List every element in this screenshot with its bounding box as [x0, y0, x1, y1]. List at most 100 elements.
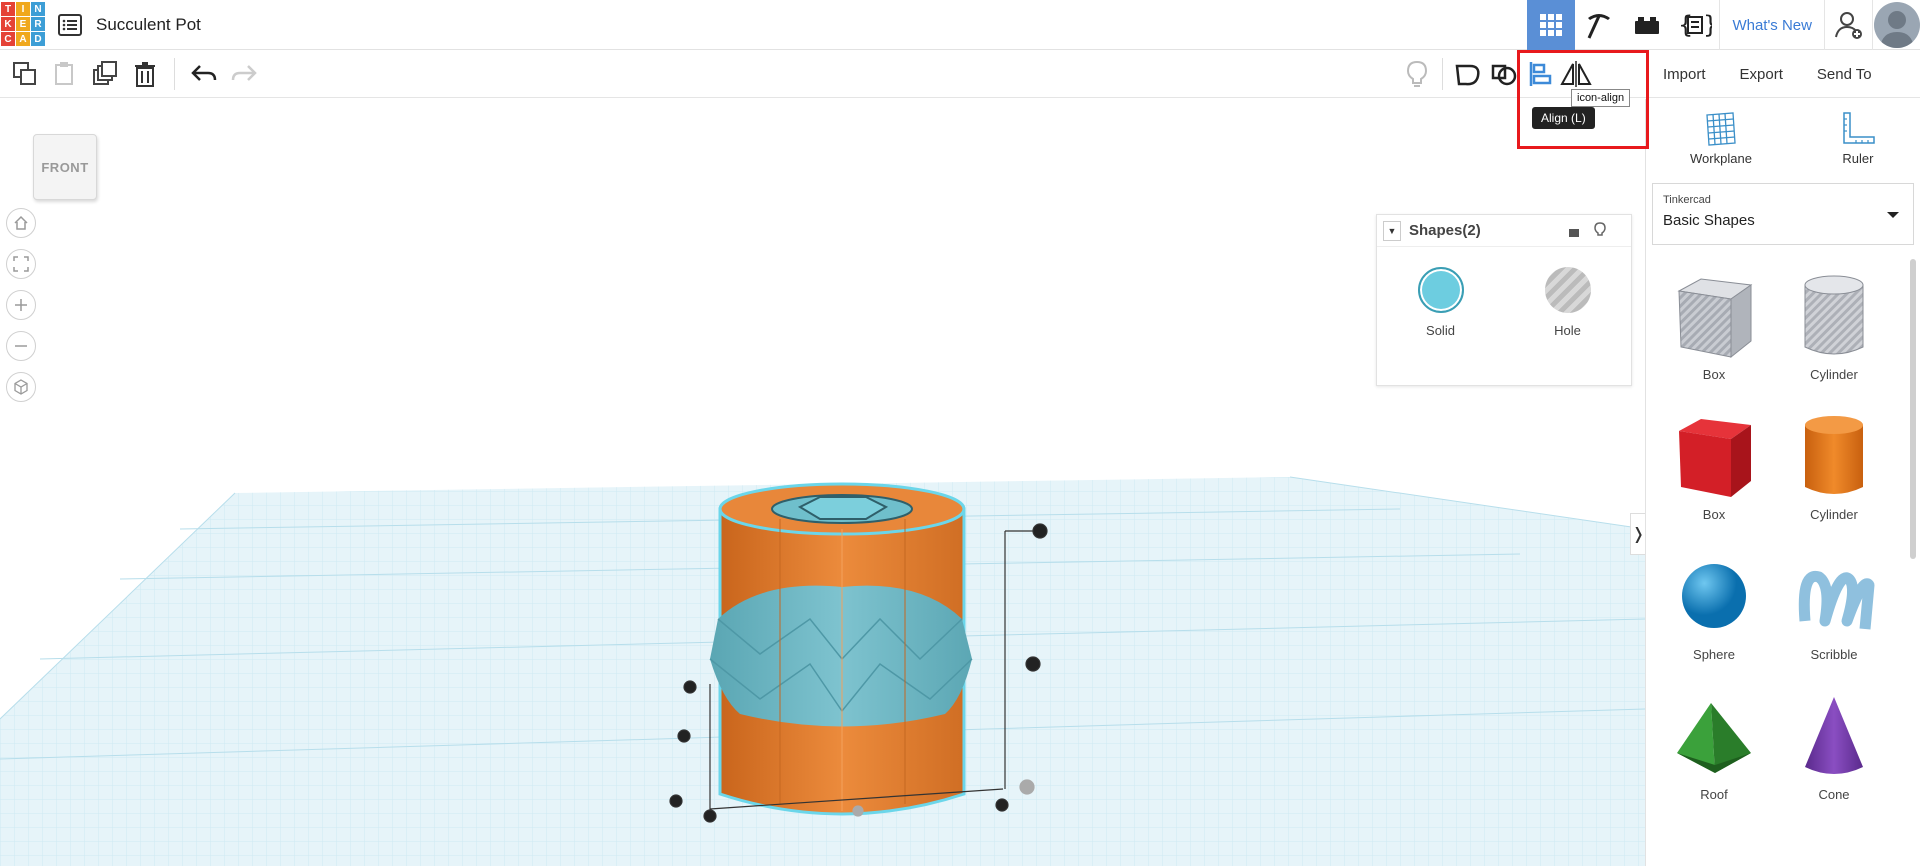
logo-letter: T — [1, 2, 15, 16]
logo-letter: D — [31, 32, 45, 46]
hole-label: Hole — [1554, 323, 1581, 338]
inspector-header: ▼ Shapes(2) — [1377, 215, 1631, 247]
redo-icon[interactable] — [227, 58, 261, 90]
design-title[interactable]: Succulent Pot — [96, 15, 201, 35]
cyl-hole-icon — [1804, 275, 1864, 355]
shapes-panel: Workplane Ruler Tinkercad Basic Shapes B… — [1645, 99, 1920, 866]
add-user-icon[interactable] — [1824, 0, 1872, 50]
panel-scrollbar[interactable] — [1910, 259, 1916, 559]
shape-item-box-red[interactable]: Box — [1654, 397, 1774, 533]
pot-model[interactable] — [709, 482, 973, 816]
logo-letter: N — [31, 2, 45, 16]
shape-label: Sphere — [1693, 647, 1735, 662]
icon-align-tooltip: icon-align — [1571, 89, 1631, 107]
shape-item-cyl-hole[interactable]: Cylinder — [1774, 257, 1894, 393]
library-category: Basic Shapes — [1663, 212, 1755, 229]
user-avatar[interactable] — [1872, 0, 1920, 50]
shape-item-scribble[interactable]: Scribble — [1774, 537, 1894, 673]
logo-letter: C — [1, 32, 15, 46]
lock-icon[interactable] — [1567, 221, 1581, 239]
chevron-down-icon — [1887, 212, 1899, 218]
delete-icon[interactable] — [128, 58, 162, 90]
solid-option[interactable]: Solid — [1417, 267, 1464, 338]
inspector-icons — [1567, 221, 1607, 239]
logo-letter: A — [16, 32, 30, 46]
logo-letter: R — [31, 17, 45, 31]
solid-swatch[interactable] — [1417, 267, 1464, 313]
view-controls — [6, 208, 36, 402]
solid-label: Solid — [1426, 323, 1455, 338]
design-list-icon[interactable] — [58, 14, 82, 36]
shape-item-box-hole[interactable]: Box — [1654, 257, 1774, 393]
box-hole-icon — [1677, 278, 1753, 359]
zoom-in-icon[interactable] — [6, 290, 36, 320]
tinkercad-logo[interactable]: TIN KER CAD — [0, 0, 48, 48]
hole-swatch[interactable] — [1544, 267, 1591, 313]
codeblocks-icon[interactable]: {} — [1671, 0, 1719, 50]
zoom-out-icon[interactable] — [6, 331, 36, 361]
shape-label: Box — [1702, 367, 1726, 382]
top-right-controls: {} What's New — [1527, 0, 1920, 50]
shape-label: Box — [1702, 507, 1726, 522]
light-bulb-icon[interactable] — [1400, 58, 1434, 90]
shape-item-sphere[interactable]: Sphere — [1654, 537, 1774, 673]
copy-icon[interactable] — [8, 58, 42, 90]
inspector-title: Shapes(2) — [1409, 222, 1481, 239]
bulb-icon[interactable] — [1593, 221, 1607, 239]
view-cube[interactable]: FRONT — [33, 134, 97, 200]
workplane-label: Workplane — [1690, 151, 1752, 166]
file-actions: Import Export Send To — [1650, 58, 1885, 90]
export-button[interactable]: Export — [1727, 58, 1796, 90]
3d-view-grid-icon[interactable] — [1527, 0, 1576, 50]
shape-inspector: ▼ Shapes(2) Solid Hole — [1376, 214, 1632, 386]
collapse-caret-icon[interactable]: ▼ — [1383, 220, 1401, 241]
ungroup-icon[interactable] — [1487, 58, 1521, 90]
svg-text:{: { — [1678, 11, 1693, 39]
shape-label: Cylinder — [1810, 367, 1858, 382]
brick-icon[interactable] — [1623, 0, 1671, 50]
toolbar-divider — [174, 58, 175, 90]
top-bar: TIN KER CAD Succulent Pot {} What's New — [0, 0, 1920, 50]
3d-viewport[interactable]: FRONT ❭ ▼ Shapes(2) Solid Hole — [0, 99, 1645, 866]
roof-icon — [1677, 703, 1751, 773]
pickaxe-icon[interactable] — [1575, 0, 1623, 50]
send-to-button[interactable]: Send To — [1804, 58, 1885, 90]
workplane-button[interactable]: Workplane — [1690, 111, 1752, 179]
home-view-icon[interactable] — [6, 208, 36, 238]
library-source: Tinkercad — [1663, 194, 1711, 206]
fit-view-icon[interactable] — [6, 249, 36, 279]
ortho-view-icon[interactable] — [6, 372, 36, 402]
box-red-icon — [1679, 419, 1751, 497]
svg-text:}: } — [1703, 11, 1712, 39]
inspector-body: Solid Hole — [1377, 247, 1631, 338]
shape-label: Scribble — [1810, 647, 1858, 662]
shape-label: Roof — [1700, 787, 1728, 802]
edit-actions — [8, 58, 261, 90]
ruler-button[interactable]: Ruler — [1840, 111, 1876, 179]
shape-label: Cylinder — [1810, 507, 1858, 522]
ruler-label: Ruler — [1842, 151, 1874, 166]
shape-item-roof[interactable]: Roof — [1654, 677, 1774, 813]
whats-new-link[interactable]: What's New — [1719, 0, 1824, 50]
workplane-icon — [1706, 112, 1736, 146]
group-icon[interactable] — [1451, 58, 1485, 90]
import-button[interactable]: Import — [1650, 58, 1719, 90]
paste-icon[interactable] — [48, 58, 82, 90]
hole-option[interactable]: Hole — [1544, 267, 1591, 338]
cone-icon — [1805, 697, 1863, 774]
toolbar-divider — [1442, 58, 1443, 90]
shape-item-cone[interactable]: Cone — [1774, 677, 1894, 813]
shape-library-select[interactable]: Tinkercad Basic Shapes — [1652, 183, 1914, 245]
shape-label: Cone — [1818, 787, 1850, 802]
sphere-icon — [1682, 564, 1746, 628]
cyl-orange-icon — [1805, 416, 1863, 494]
logo-letter: I — [16, 2, 30, 16]
align-tooltip: Align (L) — [1532, 107, 1595, 129]
duplicate-icon[interactable] — [88, 58, 122, 90]
scribble-icon — [1798, 570, 1875, 630]
undo-icon[interactable] — [187, 58, 221, 90]
panel-collapse-handle[interactable]: ❭ — [1630, 513, 1645, 555]
shape-item-cyl-orange[interactable]: Cylinder — [1774, 397, 1894, 533]
ruler-icon — [1843, 112, 1875, 144]
shape-grid: Box Cylinder Box Cylinder Sphere Scribble Roof… — [1646, 257, 1904, 813]
